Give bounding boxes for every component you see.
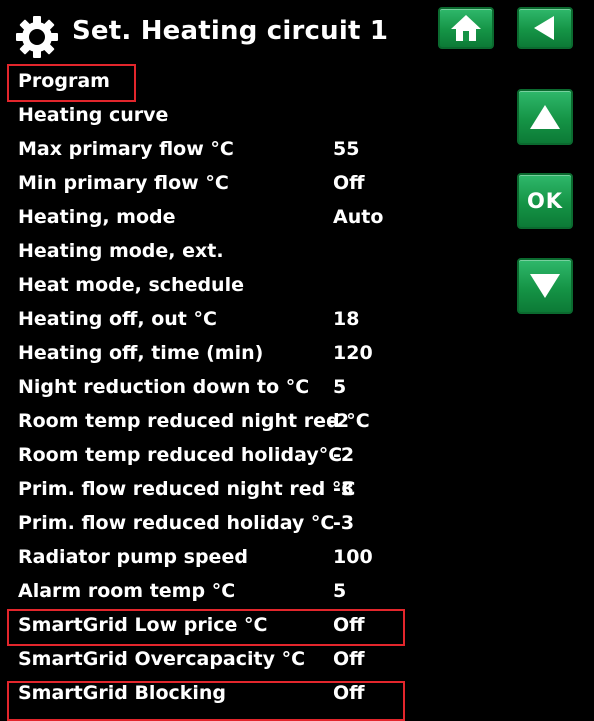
menu-item-label: Heating off, time (min) (18, 342, 264, 364)
menu-item-value: 5 (333, 580, 347, 602)
menu-item-value: -2 (333, 444, 355, 466)
menu-item-label: Heating curve (18, 104, 169, 126)
menu-item-label: Prim. flow reduced holiday °C (18, 512, 335, 534)
menu-item-value: 55 (333, 138, 360, 160)
menu-item-heating-curve[interactable]: Heating curve (0, 98, 500, 132)
menu-item-value: Auto (333, 206, 384, 228)
ok-button[interactable]: OK (517, 173, 573, 229)
menu-item-value: 100 (333, 546, 373, 568)
menu-item-smartgrid-overcapacity[interactable]: SmartGrid Overcapacity °C Off (0, 642, 500, 676)
menu-item-label: SmartGrid Low price °C (18, 614, 268, 636)
menu-item-room-temp-night-red[interactable]: Room temp reduced night red °C -2 (0, 404, 500, 438)
menu-item-max-primary-flow[interactable]: Max primary flow °C 55 (0, 132, 500, 166)
menu-item-label: SmartGrid Overcapacity °C (18, 648, 306, 670)
menu-item-smartgrid-low-price[interactable]: SmartGrid Low price °C Off (0, 608, 500, 642)
ok-label: OK (526, 189, 564, 213)
back-button[interactable] (517, 7, 573, 49)
menu-item-alarm-room-temp[interactable]: Alarm room temp °C 5 (0, 574, 500, 608)
menu-item-label: Heating mode, ext. (18, 240, 224, 262)
menu-item-label: Max primary flow °C (18, 138, 234, 160)
menu-item-value: -3 (333, 512, 355, 534)
menu-item-label: SmartGrid Blocking (18, 682, 227, 704)
menu-item-heating-off-time[interactable]: Heating off, time (min) 120 (0, 336, 500, 370)
menu-item-min-primary-flow[interactable]: Min primary flow °C Off (0, 166, 500, 200)
arrow-up-icon (530, 105, 560, 129)
menu-item-label: Alarm room temp °C (18, 580, 236, 602)
home-icon (451, 15, 481, 41)
menu-item-heating-mode[interactable]: Heating, mode Auto (0, 200, 500, 234)
arrow-down-icon (530, 274, 560, 298)
menu-item-heating-mode-ext[interactable]: Heating mode, ext. (0, 234, 500, 268)
scroll-down-button[interactable] (517, 258, 573, 314)
menu-item-label: Heating, mode (18, 206, 176, 228)
menu-item-value: 18 (333, 308, 360, 330)
menu-item-value: Off (333, 172, 365, 194)
menu-item-room-temp-holiday[interactable]: Room temp reduced holiday°C -2 (0, 438, 500, 472)
gear-icon (16, 16, 58, 58)
menu-item-label: Prim. flow reduced night red °C (18, 478, 356, 500)
scroll-up-button[interactable] (517, 89, 573, 145)
menu-item-label: Room temp reduced night red °C (18, 410, 370, 432)
menu-item-label: Night reduction down to °C (18, 376, 310, 398)
menu-item-value: Off (333, 682, 365, 704)
menu-item-label: Min primary flow °C (18, 172, 229, 194)
menu-item-value: Off (333, 648, 365, 670)
menu-item-label: Heating off, out °C (18, 308, 217, 330)
menu-item-label: Heat mode, schedule (18, 274, 244, 296)
menu-item-program[interactable]: Program (0, 64, 500, 98)
menu-item-prim-flow-holiday[interactable]: Prim. flow reduced holiday °C -3 (0, 506, 500, 540)
menu-item-label: Radiator pump speed (18, 546, 248, 568)
menu-item-heat-mode-schedule[interactable]: Heat mode, schedule (0, 268, 500, 302)
menu-item-prim-flow-night-red[interactable]: Prim. flow reduced night red °C -3 (0, 472, 500, 506)
home-button[interactable] (438, 7, 494, 49)
menu-item-value: 120 (333, 342, 373, 364)
menu-item-radiator-pump-speed[interactable]: Radiator pump speed 100 (0, 540, 500, 574)
header: Set. Heating circuit 1 (0, 0, 594, 68)
menu-item-value: -3 (333, 478, 355, 500)
menu-item-label: Room temp reduced holiday°C (18, 444, 343, 466)
menu-item-value: 5 (333, 376, 347, 398)
back-arrow-icon (534, 16, 554, 40)
menu-item-value: -2 (328, 410, 350, 432)
menu-item-value: Off (333, 614, 365, 636)
menu-item-night-reduction[interactable]: Night reduction down to °C 5 (0, 370, 500, 404)
menu-item-heating-off-out[interactable]: Heating off, out °C 18 (0, 302, 500, 336)
page-title: Set. Heating circuit 1 (72, 16, 389, 46)
menu-item-label: Program (18, 70, 110, 92)
menu-item-smartgrid-blocking[interactable]: SmartGrid Blocking Off (0, 676, 500, 710)
